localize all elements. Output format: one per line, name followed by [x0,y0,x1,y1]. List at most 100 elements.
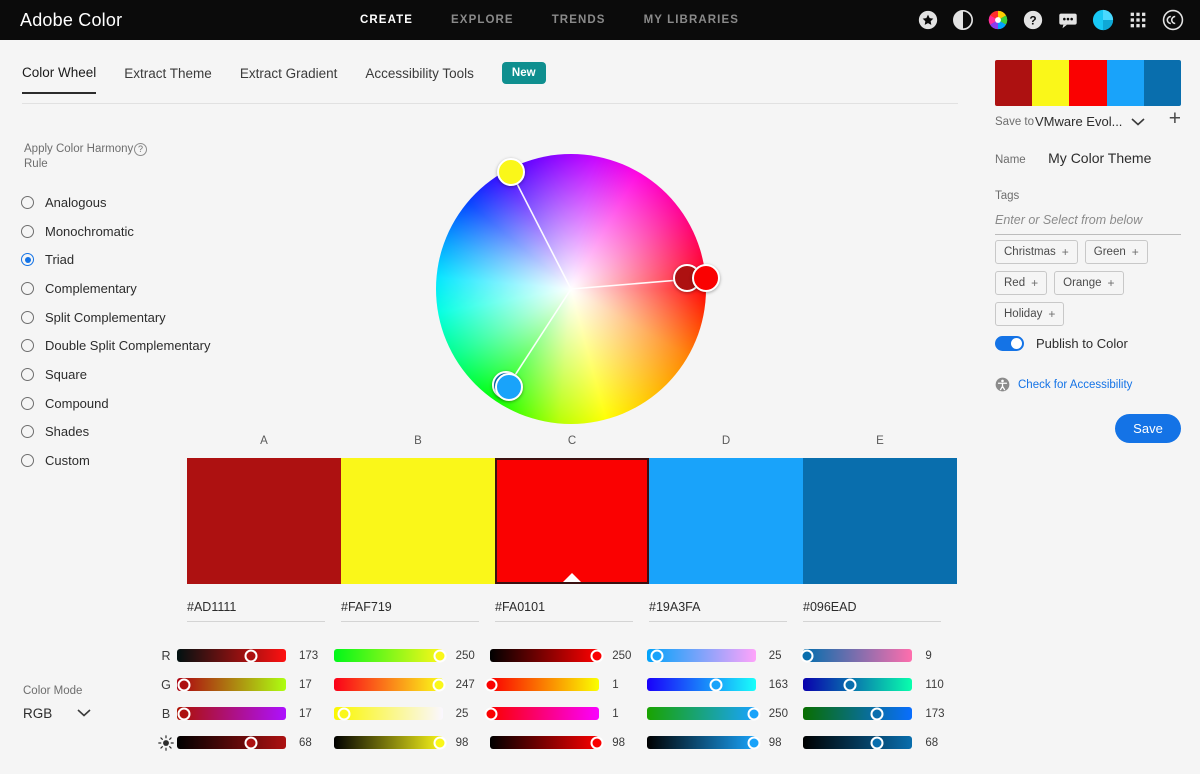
user-avatar[interactable] [1092,9,1114,31]
slider-track-d-r[interactable] [647,649,756,662]
new-badge[interactable]: New [502,62,546,84]
slider-knob-b-b[interactable] [338,707,351,720]
wheel-marker-d[interactable] [495,373,523,401]
slider-knob-a-r[interactable] [244,649,257,662]
tab-color-wheel[interactable]: Color Wheel [22,65,96,94]
slider-knob-a-g[interactable] [178,678,191,691]
wheel-marker-c[interactable] [692,264,720,292]
creative-cloud-icon[interactable] [1162,9,1184,31]
hex-input-c[interactable]: #FA0101 [495,600,633,621]
tab-accessibility-tools[interactable]: Accessibility Tools [365,66,474,93]
app-grid-icon[interactable] [1127,9,1149,31]
slider-track-b-b[interactable] [334,707,443,720]
swatch-e[interactable] [803,458,957,584]
plus-icon[interactable]: + [1062,245,1069,259]
help-circle-icon[interactable]: ? [134,143,147,156]
slider-track-e-b[interactable] [803,707,912,720]
plus-icon[interactable]: + [1107,276,1114,290]
swatch-d[interactable] [649,458,803,584]
slider-knob-d-r[interactable] [651,649,664,662]
preview-swatch-b[interactable] [1032,60,1069,106]
slider-track-a-b[interactable] [177,707,286,720]
slider-track-d-brightness[interactable] [647,736,756,749]
hex-input-e[interactable]: #096EAD [803,600,941,621]
slider-track-c-b[interactable] [490,707,599,720]
harmony-rule-double-split-complementary[interactable]: Double Split Complementary [21,331,251,360]
slider-track-a-r[interactable] [177,649,286,662]
tag-chip-holiday[interactable]: Holiday+ [995,302,1064,326]
nav-item-my-libraries[interactable]: MY LIBRARIES [644,14,739,26]
slider-knob-c-g[interactable] [484,678,497,691]
slider-knob-d-b[interactable] [747,707,760,720]
preview-swatch-c[interactable] [1069,60,1106,106]
tag-chip-christmas[interactable]: Christmas+ [995,240,1078,264]
slider-track-c-r[interactable] [490,649,599,662]
check-accessibility-row[interactable]: Check for Accessibility [995,377,1132,392]
slider-knob-a-b[interactable] [178,707,191,720]
tag-chip-red[interactable]: Red+ [995,271,1047,295]
tag-chip-orange[interactable]: Orange+ [1054,271,1123,295]
slider-knob-d-brightness[interactable] [747,736,760,749]
harmony-rule-complementary[interactable]: Complementary [21,274,251,303]
slider-track-b-r[interactable] [334,649,443,662]
contrast-moon-icon[interactable] [952,9,974,31]
radio-icon[interactable] [21,397,34,410]
chevron-down-icon[interactable] [1130,117,1146,127]
check-accessibility-link[interactable]: Check for Accessibility [1018,379,1132,391]
chevron-down-icon[interactable] [76,708,92,718]
slider-track-e-brightness[interactable] [803,736,912,749]
tab-extract-gradient[interactable]: Extract Gradient [240,66,338,93]
radio-icon[interactable] [21,339,34,352]
radio-icon[interactable] [21,311,34,324]
slider-track-e-r[interactable] [803,649,912,662]
slider-track-d-g[interactable] [647,678,756,691]
slider-track-e-g[interactable] [803,678,912,691]
slider-knob-c-brightness[interactable] [591,736,604,749]
hex-input-d[interactable]: #19A3FA [649,600,787,621]
radio-icon[interactable] [21,253,34,266]
hex-input-b[interactable]: #FAF719 [341,600,479,621]
slider-track-c-g[interactable] [490,678,599,691]
publish-toggle[interactable] [995,336,1024,351]
save-button[interactable]: Save [1115,414,1181,443]
harmony-rule-compound[interactable]: Compound [21,389,251,418]
theme-name-input[interactable]: My Color Theme [1048,150,1151,166]
preview-swatch-d[interactable] [1107,60,1144,106]
swatch-a[interactable] [187,458,341,584]
slider-knob-b-brightness[interactable] [434,736,447,749]
plus-icon[interactable]: + [1132,245,1139,259]
nav-item-trends[interactable]: TRENDS [552,14,606,26]
tags-input[interactable]: Enter or Select from below [995,213,1181,227]
slider-knob-d-g[interactable] [710,678,723,691]
tab-extract-theme[interactable]: Extract Theme [124,66,212,93]
slider-track-b-g[interactable] [334,678,443,691]
slider-knob-e-brightness[interactable] [871,736,884,749]
add-library-button[interactable]: + [1169,110,1181,128]
radio-icon[interactable] [21,225,34,238]
radio-icon[interactable] [21,282,34,295]
harmony-rule-analogous[interactable]: Analogous [21,188,251,217]
preview-swatch-a[interactable] [995,60,1032,106]
wheel-marker-b[interactable] [497,158,525,186]
nav-item-create[interactable]: CREATE [360,14,413,26]
preview-swatch-e[interactable] [1144,60,1181,106]
swatch-b[interactable] [341,458,495,584]
feedback-chat-icon[interactable] [1057,9,1079,31]
nav-item-explore[interactable]: EXPLORE [451,14,514,26]
help-circle-icon[interactable]: ? [1022,9,1044,31]
color-mode-value[interactable]: RGB [23,706,52,721]
slider-track-a-brightness[interactable] [177,736,286,749]
hex-input-a[interactable]: #AD1111 [187,600,325,621]
radio-icon[interactable] [21,425,34,438]
theme-preview-strip[interactable] [995,60,1181,106]
slider-track-d-b[interactable] [647,707,756,720]
radio-icon[interactable] [21,196,34,209]
harmony-rule-split-complementary[interactable]: Split Complementary [21,303,251,332]
radio-icon[interactable] [21,368,34,381]
slider-knob-c-r[interactable] [591,649,604,662]
color-wheel-widget[interactable] [436,154,706,424]
swatch-c[interactable] [495,458,649,584]
color-wheel-icon[interactable] [987,9,1009,31]
slider-knob-a-brightness[interactable] [245,736,258,749]
harmony-rule-square[interactable]: Square [21,360,251,389]
